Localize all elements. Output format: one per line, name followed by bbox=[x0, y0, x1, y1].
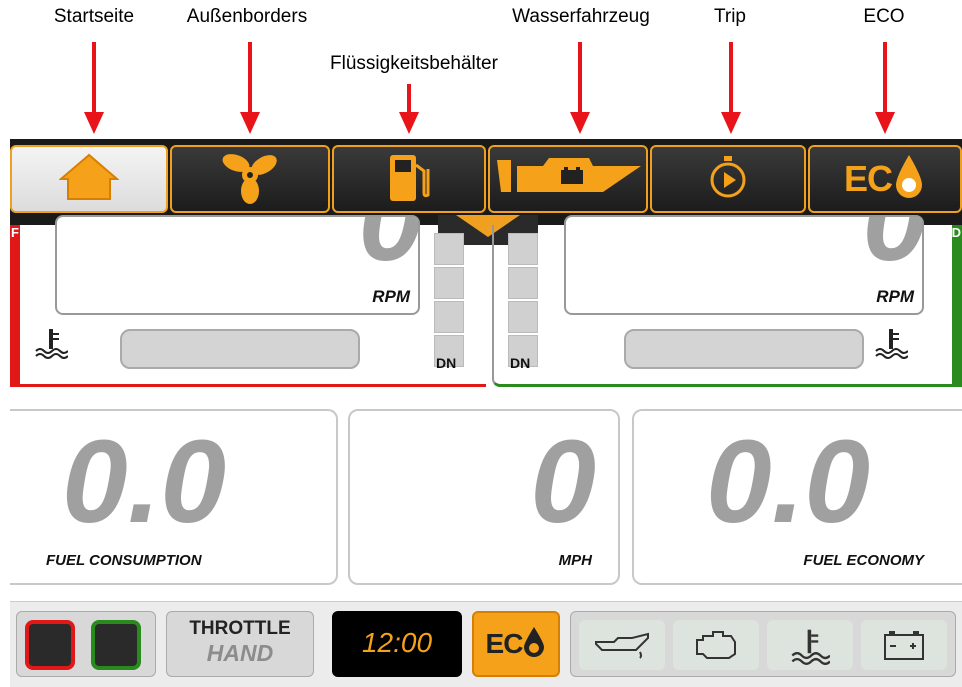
tab-vessel[interactable] bbox=[488, 145, 648, 213]
callout-vessel: Wasserfahrzeug bbox=[512, 6, 650, 27]
port-trim-stack bbox=[434, 233, 464, 369]
starboard-temp-bar bbox=[624, 329, 864, 369]
callout-home: Startseite bbox=[53, 6, 135, 27]
speed-panel: 0 MPH bbox=[348, 409, 620, 585]
tab-home[interactable] bbox=[10, 145, 168, 213]
callout-eco: ECO bbox=[863, 6, 905, 27]
boat-icon bbox=[493, 152, 643, 207]
warning-lights-group bbox=[570, 611, 956, 677]
starboard-engine-panel: D DN 0 RPM bbox=[492, 215, 962, 387]
port-gear-indicator: DN bbox=[436, 355, 457, 371]
port-edge-letter: F bbox=[11, 225, 19, 240]
eco-tab-label: EC bbox=[843, 158, 893, 199]
starboard-rpm-gauge: 0 RPM bbox=[564, 215, 924, 315]
fuel-economy-label: FUEL ECONOMY bbox=[803, 552, 924, 569]
home-icon bbox=[58, 153, 120, 206]
starboard-rpm-label: RPM bbox=[876, 287, 914, 306]
tab-fluid[interactable] bbox=[332, 145, 486, 213]
tab-trip[interactable] bbox=[650, 145, 806, 213]
throttle-mode-button[interactable]: THROTTLE HAND bbox=[166, 611, 314, 677]
battery-icon bbox=[861, 620, 947, 670]
eco-drop-icon bbox=[522, 625, 546, 664]
port-rpm-label: RPM bbox=[372, 287, 410, 306]
starboard-gear-indicator: DN bbox=[510, 355, 531, 371]
top-nav-bar: EC bbox=[10, 139, 962, 225]
throttle-label: THROTTLE bbox=[189, 618, 291, 639]
propeller-icon bbox=[218, 149, 282, 210]
coolant-temp-icon bbox=[767, 620, 853, 670]
tab-outboard[interactable] bbox=[170, 145, 330, 213]
fuel-consumption-label: FUEL CONSUMPTION bbox=[46, 552, 202, 569]
starboard-trim-stack bbox=[508, 233, 538, 369]
eco-drop-icon bbox=[892, 153, 926, 206]
fuel-pump-icon bbox=[384, 149, 434, 210]
throttle-mode-label: HAND bbox=[206, 640, 274, 666]
callout-fluid: Flüssigkeitsbehälter bbox=[330, 53, 498, 74]
eco-mode-button[interactable]: EC bbox=[472, 611, 560, 677]
display-screen: EC F 0 RPM DN D DN 0 RPM 0.0 FUEL CONSUM… bbox=[10, 139, 962, 687]
fuel-economy-panel: 0.0 FUEL ECONOMY bbox=[632, 409, 962, 585]
status-bar: THROTTLE HAND 12:00 EC bbox=[10, 601, 962, 687]
starboard-rpm-value: 0 bbox=[862, 215, 924, 286]
speed-label: MPH bbox=[558, 552, 592, 569]
clock-time: 12:00 bbox=[361, 627, 433, 658]
fuel-consumption-value: 0.0 bbox=[62, 416, 227, 548]
callout-trip: Trip bbox=[713, 6, 747, 27]
port-engine-button[interactable] bbox=[25, 620, 75, 670]
port-temp-bar bbox=[120, 329, 360, 369]
fuel-economy-value: 0.0 bbox=[706, 416, 871, 548]
callout-outboard: Außenborders bbox=[186, 6, 308, 27]
oil-pressure-icon bbox=[579, 620, 665, 670]
port-rpm-value: 0 bbox=[358, 215, 420, 286]
port-rpm-gauge: 0 RPM bbox=[55, 215, 420, 315]
fuel-consumption-panel: 0.0 FUEL CONSUMPTION bbox=[10, 409, 338, 585]
speed-value: 0 bbox=[530, 416, 596, 548]
coolant-temp-icon bbox=[874, 325, 909, 364]
tab-eco[interactable]: EC bbox=[808, 145, 962, 213]
clock-display: 12:00 bbox=[332, 611, 462, 677]
eco-button-label: EC bbox=[485, 628, 524, 659]
check-engine-icon bbox=[673, 620, 759, 670]
stopwatch-icon bbox=[706, 154, 750, 205]
engine-select-group bbox=[16, 611, 156, 677]
starboard-engine-button[interactable] bbox=[91, 620, 141, 670]
starboard-edge-letter: D bbox=[951, 225, 961, 240]
port-engine-panel: F 0 RPM DN bbox=[10, 215, 486, 387]
coolant-temp-icon bbox=[34, 325, 69, 364]
